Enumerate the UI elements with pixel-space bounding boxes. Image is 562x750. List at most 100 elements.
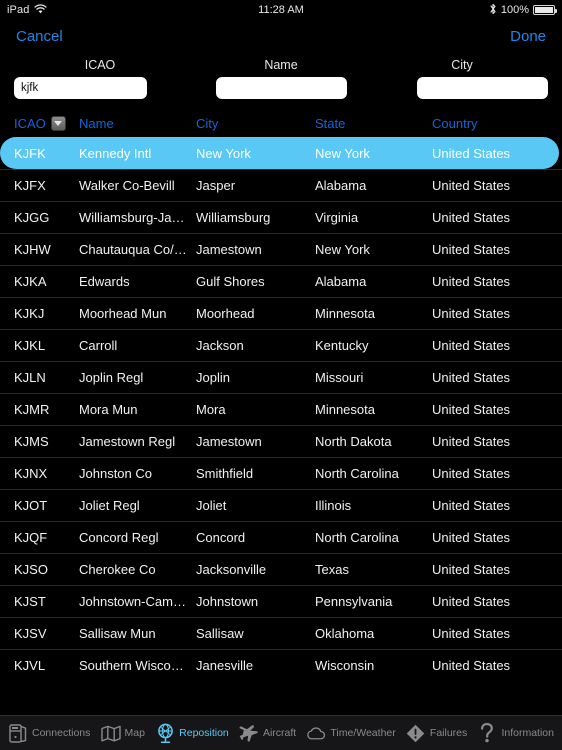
battery-icon xyxy=(533,5,557,15)
cell-name: Joliet Regl xyxy=(79,498,140,513)
table-row[interactable]: KJKL Carroll Jackson Kentucky United States xyxy=(0,329,562,361)
filter-icao-label: ICAO xyxy=(84,58,116,72)
cell-country: United States xyxy=(432,658,511,673)
tab-label: Reposition xyxy=(179,727,229,739)
cancel-button[interactable]: Cancel xyxy=(14,26,65,47)
tab-label: Aircraft xyxy=(262,727,297,739)
cell-name: Williamsburg-Jam… xyxy=(79,210,196,225)
cell-city: Jacksonville xyxy=(196,562,267,577)
cell-city: Moorhead xyxy=(196,306,255,321)
tab-information[interactable]: Information xyxy=(475,722,556,744)
cell-icao: KJST xyxy=(14,594,46,609)
column-header-city-label: City xyxy=(196,115,219,131)
tab-aircraft[interactable]: Aircraft xyxy=(237,722,298,744)
cell-city: Johnstown xyxy=(196,594,259,609)
cell-name: Joplin Regl xyxy=(79,370,144,385)
table-row[interactable]: KJKA Edwards Gulf Shores Alabama United Stat… xyxy=(0,265,562,297)
cell-name: Johnstown-Camb… xyxy=(79,594,194,609)
cell-city: Williamsburg xyxy=(196,210,271,225)
table-body: KJFK Kennedy Intl New York New York United S… xyxy=(0,137,562,681)
cell-country: United States xyxy=(432,562,511,577)
cell-state: North Carolina xyxy=(315,466,399,481)
tab-failures[interactable]: Failures xyxy=(404,722,469,744)
table-row[interactable]: KJLN Joplin Regl Joplin Missouri United Stat… xyxy=(0,361,562,393)
sort-descending-icon[interactable] xyxy=(50,115,66,131)
cell-icao: KJKJ xyxy=(14,306,45,321)
tab-label: Map xyxy=(124,727,145,739)
status-bar-clock: 11:28 AM xyxy=(258,4,304,16)
cell-city: Sallisaw xyxy=(196,626,244,641)
city-input[interactable] xyxy=(417,77,548,99)
question-mark-icon xyxy=(477,722,497,744)
tab-map[interactable]: Map xyxy=(99,722,147,744)
cell-city: Joliet xyxy=(196,498,227,513)
table-header-row: ICAO Name City State Country xyxy=(0,109,562,137)
cell-icao: KJHW xyxy=(14,242,51,257)
icao-input[interactable] xyxy=(14,77,147,99)
cell-name: Jamestown Regl xyxy=(79,434,176,449)
table-row[interactable]: KJVL Southern Wiscons… Janesville Wisconsin… xyxy=(0,649,562,681)
wifi-icon xyxy=(34,3,47,17)
filter-name-label: Name xyxy=(264,58,298,72)
table-row[interactable]: KJQF Concord Regl Concord North Carolina Uni… xyxy=(0,521,562,553)
cell-icao: KJKL xyxy=(14,338,46,353)
column-header-city[interactable]: City xyxy=(196,116,315,131)
airport-table: ICAO Name City State Country KJFK Kennedy… xyxy=(0,109,562,681)
table-row[interactable]: KJOT Joliet Regl Joliet Illinois United Stat… xyxy=(0,489,562,521)
done-button[interactable]: Done xyxy=(508,26,548,47)
table-row[interactable]: KJST Johnstown-Camb… Johnstown Pennsylvania… xyxy=(0,585,562,617)
column-header-state[interactable]: State xyxy=(315,116,432,131)
column-header-name[interactable]: Name xyxy=(79,116,196,131)
cell-name: Concord Regl xyxy=(79,530,159,545)
column-header-name-label: Name xyxy=(79,115,114,131)
name-input[interactable] xyxy=(215,77,347,99)
tab-connections[interactable]: Connections xyxy=(6,722,92,744)
table-row[interactable]: KJFK Kennedy Intl New York New York United S… xyxy=(0,137,559,169)
cell-name: Kennedy Intl xyxy=(79,145,152,161)
search-filters: ICAO Name City xyxy=(0,52,562,109)
tab-reposition[interactable]: Reposition xyxy=(153,722,231,744)
cell-country: United States xyxy=(432,530,511,545)
table-row[interactable]: KJMR Mora Mun Mora Minnesota United States xyxy=(0,393,562,425)
cell-country: United States xyxy=(432,626,511,641)
table-row[interactable]: KJSV Sallisaw Mun Sallisaw Oklahoma United S… xyxy=(0,617,562,649)
cell-name: Cherokee Co xyxy=(79,562,156,577)
table-row[interactable]: KJMS Jamestown Regl Jamestown North Dakota U… xyxy=(0,425,562,457)
cell-name: Moorhead Mun xyxy=(79,306,167,321)
table-row[interactable]: KJNX Johnston Co Smithfield North Carolina U… xyxy=(0,457,562,489)
cell-state: New York xyxy=(315,242,370,257)
cell-country: United States xyxy=(432,242,511,257)
cell-state: Kentucky xyxy=(315,338,369,353)
table-row[interactable]: KJSO Cherokee Co Jacksonville Texas United S… xyxy=(0,553,562,585)
column-header-icao[interactable]: ICAO xyxy=(14,115,79,131)
column-header-country-label: Country xyxy=(432,115,478,131)
tab-time-weather[interactable]: Time/Weather xyxy=(304,722,397,744)
status-bar: iPad 11:28 AM 100% xyxy=(0,0,562,20)
column-header-state-label: State xyxy=(315,115,346,131)
cell-icao: KJLN xyxy=(14,370,46,385)
cell-icao: KJOT xyxy=(14,498,48,513)
cell-icao: KJSO xyxy=(14,562,48,577)
cell-city: Smithfield xyxy=(196,466,254,481)
table-row[interactable]: KJFX Walker Co-Bevill Jasper Alabama United … xyxy=(0,169,562,201)
tab-label: Connections xyxy=(32,727,91,739)
cell-city: Jasper xyxy=(196,178,236,193)
column-header-country[interactable]: Country xyxy=(432,116,562,131)
filter-name: Name xyxy=(195,58,367,99)
cell-city: Jamestown xyxy=(196,434,262,449)
device-name: iPad xyxy=(7,4,30,16)
table-row[interactable]: KJHW Chautauqua Co/Ja… Jamestown New York Un… xyxy=(0,233,562,265)
cell-icao: KJMR xyxy=(14,402,50,417)
cell-name: Mora Mun xyxy=(79,402,138,417)
cell-state: Alabama xyxy=(315,274,367,289)
cell-state: Pennsylvania xyxy=(315,594,393,609)
table-row[interactable]: KJGG Williamsburg-Jam… Williamsburg Virgini… xyxy=(0,201,562,233)
map-icon xyxy=(100,722,121,744)
cell-state: Alabama xyxy=(315,178,367,193)
table-row[interactable]: KJKJ Moorhead Mun Moorhead Minnesota United … xyxy=(0,297,562,329)
cell-state: Minnesota xyxy=(315,402,375,417)
cloud-icon xyxy=(306,722,326,744)
tab-label: Time/Weather xyxy=(330,727,396,739)
tab-label: Failures xyxy=(429,727,468,739)
cell-state: Oklahoma xyxy=(315,626,375,641)
